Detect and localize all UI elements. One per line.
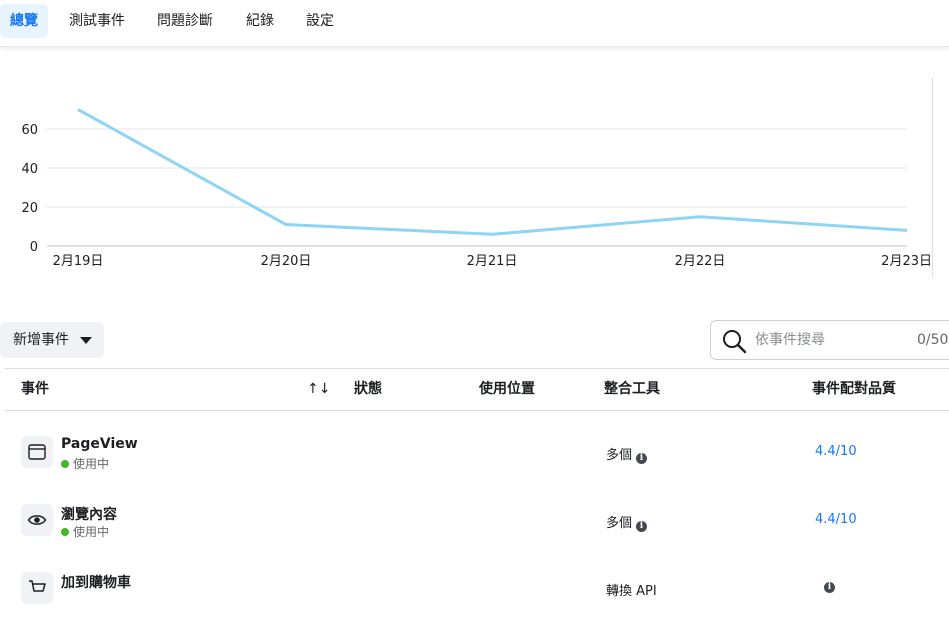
event-status: 使用中 xyxy=(61,455,109,472)
x-tick-label: 2月21日 xyxy=(467,254,518,269)
search-icon xyxy=(723,330,747,354)
tab-test-events[interactable]: 測試事件 xyxy=(59,4,135,38)
integration-cell: 多個 i xyxy=(606,444,648,464)
x-tick-label: 2月19日 xyxy=(53,254,104,269)
event-name: PageView xyxy=(61,436,138,452)
table-row[interactable]: 加到購物車 轉換 API i xyxy=(0,554,949,622)
sort-icon[interactable]: ↑↓ xyxy=(307,369,330,410)
active-dot xyxy=(61,460,69,468)
event-search-input[interactable]: 依事件搜尋 0/50 xyxy=(710,320,949,360)
table-row[interactable]: PageView 使用中 多個 i 4.4/10 xyxy=(0,418,949,486)
active-dot xyxy=(61,528,69,536)
tab-settings[interactable]: 設定 xyxy=(296,4,344,38)
search-char-count: 0/50 xyxy=(917,332,949,348)
x-tick-label: 2月23日 xyxy=(881,254,932,269)
info-icon[interactable]: i xyxy=(636,521,648,532)
tab-bar: 總覽 測試事件 問題診斷 紀錄 設定 xyxy=(0,0,949,47)
col-status: 狀態 xyxy=(354,381,382,397)
table-header: 事件 ↑↓ 狀態 使用位置 整合工具 事件配對品質 xyxy=(5,368,949,411)
info-icon[interactable]: i xyxy=(824,582,835,593)
tab-overview[interactable]: 總覽 xyxy=(0,4,48,38)
event-name: 瀏覽內容 xyxy=(61,507,117,523)
cart-icon xyxy=(21,572,53,604)
tab-diagnostics[interactable]: 問題診斷 xyxy=(147,4,223,38)
events-line-chart: 0 20 40 60 2月19日 2月20日 2月21日 2月22日 2月23日 xyxy=(21,108,932,269)
chart-divider xyxy=(932,78,933,278)
y-tick-label: 40 xyxy=(21,162,38,177)
event-status: 使用中 xyxy=(61,523,109,540)
y-tick-label: 60 xyxy=(21,123,38,138)
col-match-quality: 事件配對品質 xyxy=(812,381,896,397)
table-row[interactable]: 瀏覽內容 使用中 多個 i 4.4/10 xyxy=(0,486,949,554)
match-quality-link[interactable]: 4.4/10 xyxy=(815,444,857,459)
tab-history[interactable]: 紀錄 xyxy=(236,4,284,38)
y-tick-label: 20 xyxy=(21,201,38,216)
col-integration: 整合工具 xyxy=(604,381,660,397)
integration-cell: 轉換 API xyxy=(606,584,657,599)
integration-cell: 多個 i xyxy=(606,512,648,532)
col-event: 事件 xyxy=(21,381,49,397)
browser-window-icon xyxy=(21,436,53,468)
add-event-label: 新增事件 xyxy=(13,332,69,348)
match-quality-link[interactable]: 4.4/10 xyxy=(815,512,857,527)
info-icon[interactable]: i xyxy=(636,453,648,464)
series-line xyxy=(77,108,908,236)
eye-icon xyxy=(21,504,53,536)
y-tick-label: 0 xyxy=(30,240,38,255)
event-name: 加到購物車 xyxy=(61,575,131,591)
search-placeholder: 依事件搜尋 xyxy=(755,332,825,348)
caret-down-icon xyxy=(80,337,92,344)
x-tick-label: 2月22日 xyxy=(675,254,726,269)
col-usage: 使用位置 xyxy=(479,381,535,397)
x-tick-label: 2月20日 xyxy=(261,254,312,269)
add-event-button[interactable]: 新增事件 xyxy=(0,322,104,358)
